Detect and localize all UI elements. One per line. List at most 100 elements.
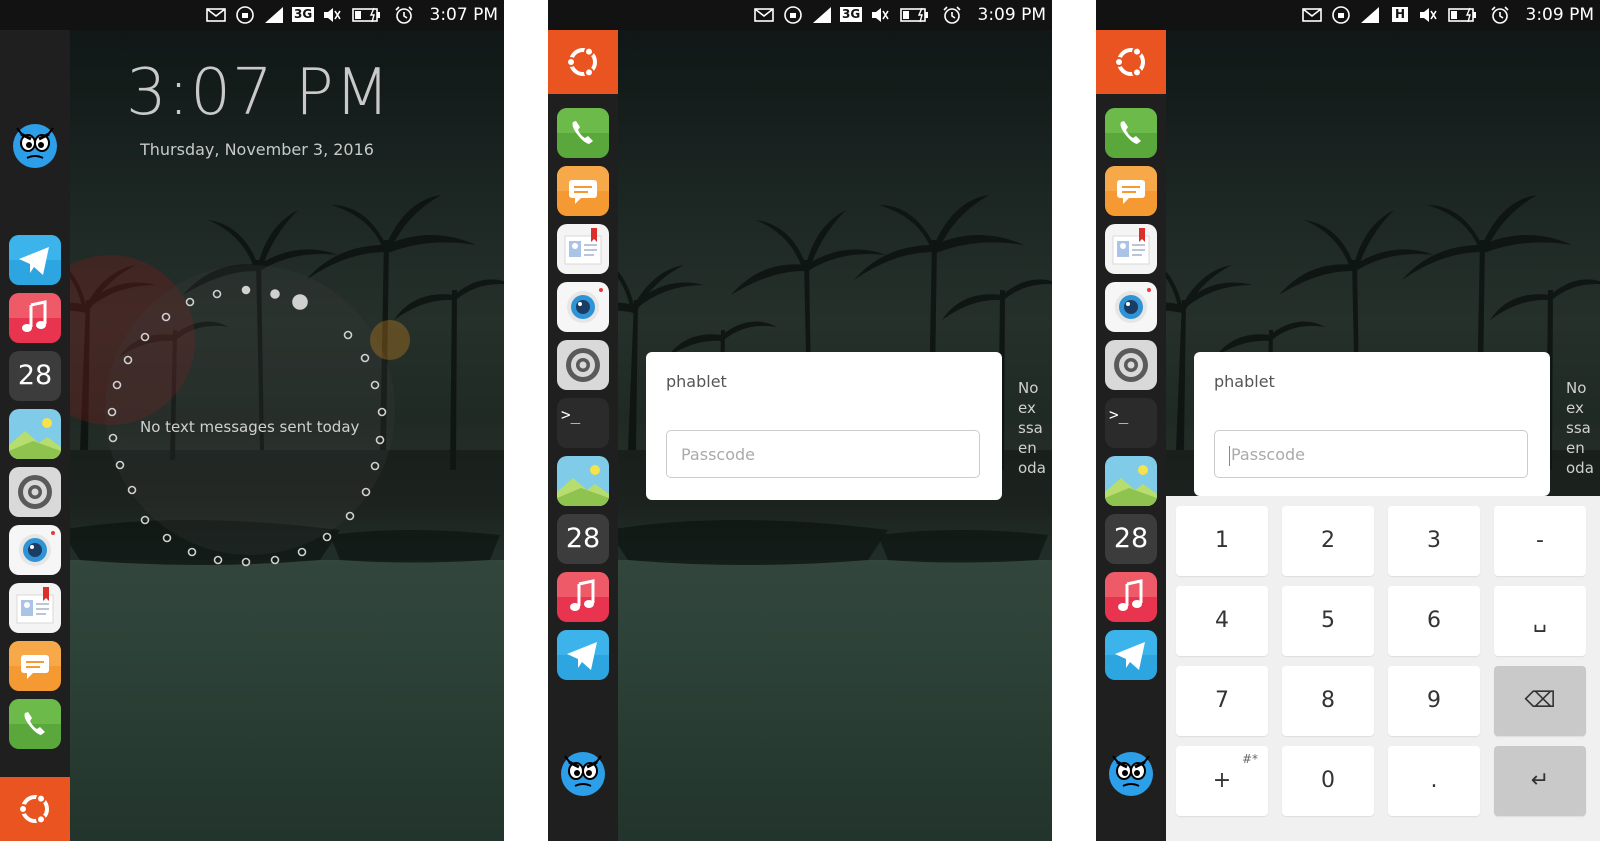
ubuntu-logo-icon	[1111, 42, 1151, 82]
status-bar[interactable]: 3G 3:07 PM	[0, 0, 504, 30]
signal-icon	[265, 7, 283, 23]
numeric-keyboard: 1 2 3 - 4 5 6 ␣ 7 8 9 ⌫ + #* 0 . ↵	[1166, 496, 1600, 841]
ubuntu-home-button[interactable]	[548, 30, 618, 94]
key-minus[interactable]: -	[1494, 506, 1586, 576]
camera-icon	[9, 525, 61, 575]
infographic-text-fragment: No ex ssa en oda	[1566, 379, 1594, 477]
key-5[interactable]: 5	[1282, 586, 1374, 656]
mail-icon	[1302, 8, 1322, 22]
battery-charging-icon	[1448, 7, 1476, 23]
launcher[interactable]: >_ 28	[548, 30, 618, 841]
ubuntu-logo-icon	[563, 42, 603, 82]
key-9[interactable]: 9	[1388, 666, 1480, 736]
launcher[interactable]: >_ 28	[1096, 30, 1166, 841]
telegram-icon	[9, 235, 61, 285]
battery-charging-icon	[352, 7, 380, 23]
gallery-icon	[1105, 456, 1157, 506]
launcher-app-settings[interactable]	[557, 340, 609, 390]
phone-screen-passcode-keyboard: H 3:09 PM >_ 28 phablet Passcode No ex s…	[1096, 0, 1600, 841]
key-plus[interactable]: + #*	[1176, 746, 1268, 816]
key-enter[interactable]: ↵	[1494, 746, 1586, 816]
launcher-app-calendar[interactable]: 28	[557, 514, 609, 564]
status-bar[interactable]: 3G 3:09 PM	[548, 0, 1052, 30]
settings-gear-icon	[9, 467, 61, 517]
key-6[interactable]: 6	[1388, 586, 1480, 656]
key-4[interactable]: 4	[1176, 586, 1268, 656]
launcher-app-calendar[interactable]: 28	[9, 351, 61, 401]
launcher-app-terminal[interactable]: >_	[557, 398, 609, 448]
key-3[interactable]: 3	[1388, 506, 1480, 576]
phone-screen-lock: 3G 3:07 PM 28 3:07 PM Thursday, November…	[0, 0, 504, 841]
contacts-icon	[557, 224, 609, 274]
key-1[interactable]: 1	[1176, 506, 1268, 576]
launcher-app-contacts[interactable]	[9, 583, 61, 633]
launcher-app-messaging[interactable]	[557, 166, 609, 216]
launcher-app-phone[interactable]	[557, 108, 609, 158]
battery-charging-icon	[900, 7, 928, 23]
key-plus-superscript: #*	[1241, 752, 1258, 766]
music-icon	[1105, 572, 1157, 622]
launcher-app-messaging[interactable]	[9, 641, 61, 691]
phone-icon	[557, 108, 609, 158]
status-time: 3:07 PM	[429, 5, 499, 25]
status-bar[interactable]: H 3:09 PM	[1096, 0, 1600, 30]
launcher-app-settings[interactable]	[1105, 340, 1157, 390]
launcher-app-messaging[interactable]	[1105, 166, 1157, 216]
launcher-app-phone[interactable]	[1105, 108, 1157, 158]
user-avatar-face-icon[interactable]	[1105, 746, 1157, 798]
launcher-app-telegram[interactable]	[1105, 630, 1157, 680]
launcher-app-gallery[interactable]	[557, 456, 609, 506]
launcher-app-camera[interactable]	[9, 525, 61, 575]
launcher-app-calendar[interactable]: 28	[1105, 514, 1157, 564]
messaging-icon	[9, 641, 61, 691]
launcher-app-phone[interactable]	[9, 699, 61, 749]
contacts-icon	[9, 583, 61, 633]
user-avatar-face-icon[interactable]	[557, 746, 609, 798]
login-dialog: phablet Passcode	[1194, 352, 1550, 496]
passcode-input[interactable]: Passcode	[1214, 430, 1528, 478]
launcher-app-music[interactable]	[9, 293, 61, 343]
login-username: phablet	[1214, 372, 1275, 391]
launcher-app-contacts[interactable]	[557, 224, 609, 274]
launcher-app-terminal[interactable]: >_	[1105, 398, 1157, 448]
camera-icon	[557, 282, 609, 332]
telegram-icon	[557, 630, 609, 680]
launcher-app-settings[interactable]	[9, 467, 61, 517]
signal-icon	[1361, 7, 1379, 23]
messaging-icon	[557, 166, 609, 216]
volume-muted-icon	[872, 8, 889, 22]
ubuntu-home-button[interactable]	[1096, 30, 1166, 94]
launcher-app-gallery[interactable]	[9, 409, 61, 459]
launcher-app-camera[interactable]	[557, 282, 609, 332]
launcher-app-music[interactable]	[557, 572, 609, 622]
mail-icon	[206, 8, 226, 22]
launcher-app-telegram[interactable]	[557, 630, 609, 680]
key-space[interactable]: ␣	[1494, 586, 1586, 656]
launcher-app-gallery[interactable]	[1105, 456, 1157, 506]
text-caret	[1229, 445, 1230, 466]
launcher-app-camera[interactable]	[1105, 282, 1157, 332]
key-8[interactable]: 8	[1282, 666, 1374, 736]
volume-muted-icon	[1420, 8, 1437, 22]
launcher[interactable]: 28	[0, 30, 70, 841]
phone-icon	[1105, 108, 1157, 158]
messaging-icon	[1105, 166, 1157, 216]
key-2[interactable]: 2	[1282, 506, 1374, 576]
launcher-app-music[interactable]	[1105, 572, 1157, 622]
user-avatar-face-icon[interactable]	[9, 118, 61, 170]
lock-date: Thursday, November 3, 2016	[140, 140, 374, 159]
key-period[interactable]: .	[1388, 746, 1480, 816]
key-0[interactable]: 0	[1282, 746, 1374, 816]
passcode-input[interactable]: Passcode	[666, 430, 980, 478]
launcher-app-contacts[interactable]	[1105, 224, 1157, 274]
mail-icon	[754, 8, 774, 22]
network-3g-icon: 3G	[840, 7, 863, 22]
launcher-app-telegram[interactable]	[9, 235, 61, 285]
gallery-icon	[557, 456, 609, 506]
alarm-icon	[395, 6, 413, 24]
orientation-lock-icon	[784, 6, 802, 24]
telegram-icon	[1105, 630, 1157, 680]
infographic-text: No text messages sent today	[140, 418, 360, 436]
ubuntu-home-button[interactable]	[0, 777, 70, 841]
key-backspace[interactable]: ⌫	[1494, 666, 1586, 736]
